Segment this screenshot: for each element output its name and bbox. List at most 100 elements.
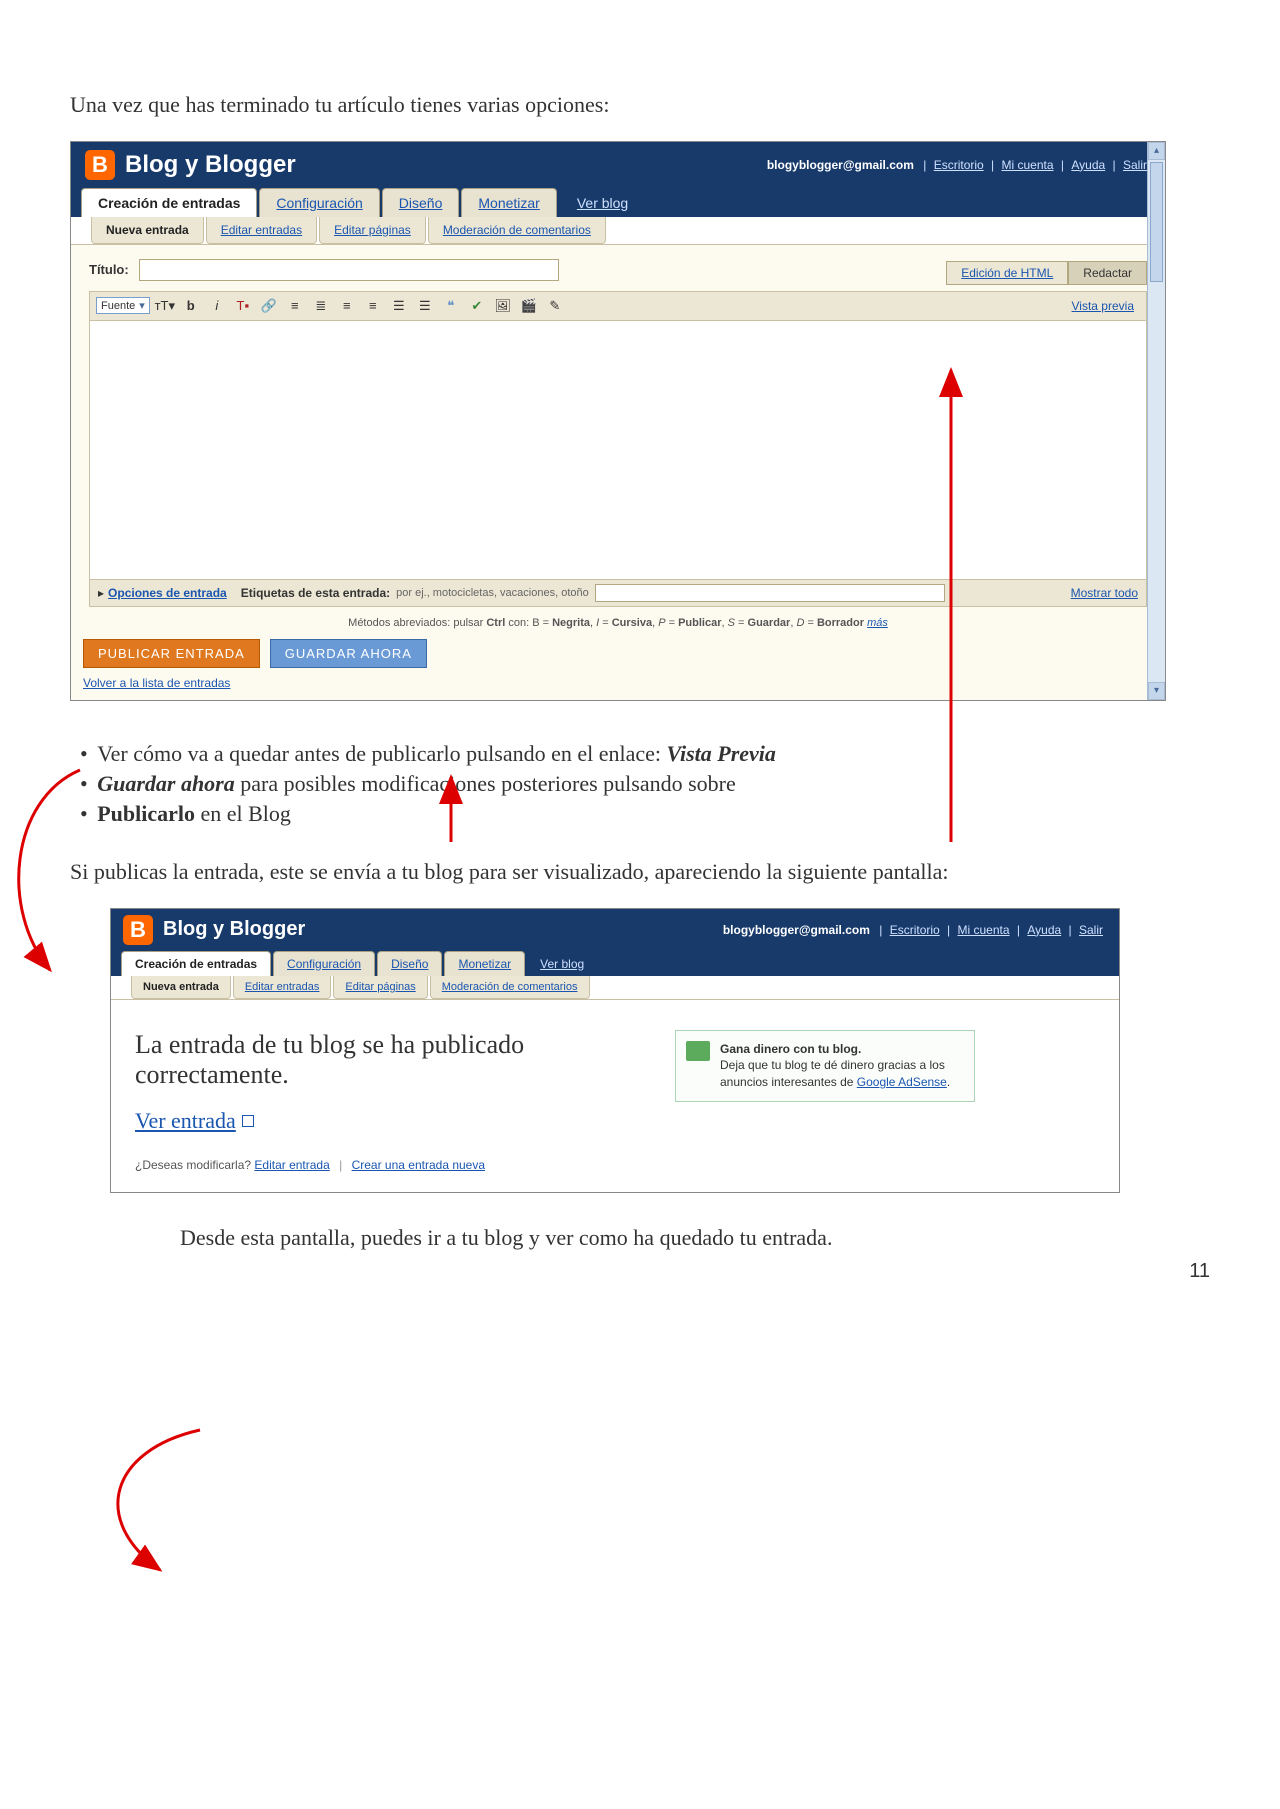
tab-configuracion[interactable]: Configuración: [259, 188, 379, 217]
align-left-icon[interactable]: ≡: [284, 296, 306, 316]
titulo-input[interactable]: [139, 259, 559, 281]
italic-icon[interactable]: i: [206, 296, 228, 316]
bullet3-post: en el Blog: [195, 801, 291, 826]
modo-redactar[interactable]: Redactar: [1068, 261, 1147, 285]
font-label: Fuente: [101, 300, 135, 312]
middle-text: Si publicas la entrada, este se envía a …: [70, 857, 1210, 888]
tab-creacion[interactable]: Creación de entradas: [81, 188, 257, 217]
mostrar-todo-link[interactable]: Mostrar todo: [1071, 586, 1138, 600]
adsense-link[interactable]: Google AdSense: [857, 1075, 947, 1089]
guardar-button[interactable]: GUARDAR AHORA: [270, 639, 427, 668]
blogger-logo-icon: B: [85, 150, 115, 180]
subtab-nueva-entrada[interactable]: Nueva entrada: [131, 976, 231, 999]
sub-tabs-2: Nueva entrada Editar entradas Editar pág…: [111, 976, 1119, 1000]
current-user-email: blogyblogger@gmail.com: [723, 923, 870, 937]
subtab-nueva-entrada[interactable]: Nueva entrada: [91, 217, 204, 244]
money-icon: [686, 1041, 710, 1061]
ayuda-link[interactable]: Ayuda: [1071, 158, 1105, 172]
current-user-email: blogyblogger@gmail.com: [767, 158, 914, 172]
blog-title: Blog y Blogger: [163, 918, 305, 941]
text-color-icon[interactable]: T▪: [232, 296, 254, 316]
blogger-logo-icon: B: [123, 915, 153, 945]
tab-diseno[interactable]: Diseño: [377, 951, 442, 976]
publicar-button[interactable]: PUBLICAR ENTRADA: [83, 639, 260, 668]
subtab-editar-paginas[interactable]: Editar páginas: [319, 217, 426, 244]
ad-title: Gana dinero con tu blog.: [720, 1041, 960, 1058]
blockquote-icon[interactable]: ❝: [440, 296, 462, 316]
micuenta-link[interactable]: Mi cuenta: [1002, 158, 1054, 172]
tab-configuracion[interactable]: Configuración: [273, 951, 375, 976]
titulo-label: Título:: [89, 262, 129, 277]
editor-area: Título: Edición de HTML Redactar Fuente …: [71, 245, 1165, 613]
bullet2-em: Guardar ahora: [97, 771, 235, 796]
subtab-editar-entradas[interactable]: Editar entradas: [233, 976, 332, 999]
vista-previa-link[interactable]: Vista previa: [1072, 299, 1140, 313]
etiquetas-input[interactable]: [595, 584, 945, 602]
blog-title: Blog y Blogger: [125, 151, 296, 179]
sub-tabs: Nueva entrada Editar entradas Editar pág…: [71, 217, 1165, 245]
video-icon[interactable]: 🎬: [518, 296, 540, 316]
align-justify-icon[interactable]: ≡: [362, 296, 384, 316]
bullet2-post: para posibles modificaciones posteriores…: [235, 771, 736, 796]
tab-diseno[interactable]: Diseño: [382, 188, 460, 217]
align-center-icon[interactable]: ≣: [310, 296, 332, 316]
volver-lista-link[interactable]: Volver a la lista de entradas: [71, 676, 1165, 700]
main-tabs: Creación de entradas Configuración Diseñ…: [71, 188, 1165, 217]
image-icon[interactable]: 🖼: [492, 296, 514, 316]
align-right-icon[interactable]: ≡: [336, 296, 358, 316]
tab-creacion[interactable]: Creación de entradas: [121, 951, 271, 976]
salir-link[interactable]: Salir: [1079, 923, 1103, 937]
shortcuts-more-link[interactable]: más: [867, 617, 888, 629]
spellcheck-icon[interactable]: ✔: [466, 296, 488, 316]
font-selector[interactable]: Fuente ▾: [96, 297, 150, 314]
modify-line: ¿Deseas modificarla? Editar entrada | Cr…: [135, 1158, 635, 1172]
subtab-editar-entradas[interactable]: Editar entradas: [206, 217, 317, 244]
ayuda-link[interactable]: Ayuda: [1027, 923, 1061, 937]
adsense-promo: Gana dinero con tu blog. Deja que tu blo…: [675, 1030, 975, 1102]
escritorio-link[interactable]: Escritorio: [934, 158, 984, 172]
micuenta-link[interactable]: Mi cuenta: [958, 923, 1010, 937]
scrollbar-up-icon[interactable]: ▴: [1148, 142, 1165, 160]
blogger-header-2: B Blog y Blogger blogyblogger@gmail.com …: [111, 909, 1119, 951]
tab-monetizar[interactable]: Monetizar: [461, 188, 556, 217]
intro-text: Una vez que has terminado tu artículo ti…: [70, 90, 1210, 121]
crear-entrada-nueva-link[interactable]: Crear una entrada nueva: [352, 1158, 485, 1172]
editor-toolbar: Fuente ▾ тT▾ b i T▪ 🔗 ≡ ≣ ≡ ≡ ☰ ☰ ❝ ✔ 🖼 …: [89, 291, 1147, 320]
opciones-entrada-link[interactable]: Opciones de entrada: [108, 586, 227, 600]
salir-link[interactable]: Salir: [1123, 158, 1147, 172]
modo-edicion-html[interactable]: Edición de HTML: [946, 261, 1068, 285]
entry-options-row: ▸ Opciones de entrada Etiquetas de esta …: [89, 580, 1147, 607]
subtab-moderacion[interactable]: Moderación de comentarios: [428, 217, 606, 244]
editar-entrada-link[interactable]: Editar entrada: [254, 1158, 329, 1172]
bullet-list-icon[interactable]: ☰: [414, 296, 436, 316]
subtab-editar-paginas[interactable]: Editar páginas: [333, 976, 427, 999]
sep: |: [1113, 158, 1116, 172]
expand-arrow-icon[interactable]: ▸: [98, 586, 104, 600]
ver-entrada-link[interactable]: Ver entrada: [135, 1108, 254, 1134]
external-link-icon: [242, 1115, 254, 1127]
text-size-icon[interactable]: тT▾: [154, 296, 176, 316]
bullet1-em: Vista Previa: [667, 741, 776, 766]
tab-verblog[interactable]: Ver blog: [559, 189, 646, 217]
published-area: La entrada de tu blog se ha publicado co…: [111, 1000, 1119, 1192]
screenshot-published: B Blog y Blogger blogyblogger@gmail.com …: [110, 908, 1120, 1193]
subtab-moderacion[interactable]: Moderación de comentarios: [430, 976, 590, 999]
sep: |: [1061, 158, 1064, 172]
sep: |: [991, 158, 994, 172]
tab-monetizar[interactable]: Monetizar: [444, 951, 525, 976]
bold-icon[interactable]: b: [180, 296, 202, 316]
editor-body[interactable]: [89, 320, 1147, 580]
escritorio-link[interactable]: Escritorio: [890, 923, 940, 937]
curve-arrow-2-icon: [50, 1420, 230, 1600]
link-icon[interactable]: 🔗: [258, 296, 280, 316]
etiquetas-label: Etiquetas de esta entrada:: [241, 586, 390, 600]
browser-scrollbar[interactable]: ▴ ▾: [1147, 142, 1165, 700]
closing-text: Desde esta pantalla, puedes ir a tu blog…: [180, 1223, 1210, 1254]
scrollbar-thumb[interactable]: [1150, 162, 1163, 282]
bullet3-bold: Publicarlo: [97, 801, 195, 826]
eraser-icon[interactable]: ✎: [544, 296, 566, 316]
screenshot-editor: ▴ ▾ B Blog y Blogger blogyblogger@gmail.…: [70, 141, 1166, 701]
tab-verblog[interactable]: Ver blog: [527, 952, 597, 976]
numbered-list-icon[interactable]: ☰: [388, 296, 410, 316]
scrollbar-down-icon[interactable]: ▾: [1148, 682, 1165, 700]
